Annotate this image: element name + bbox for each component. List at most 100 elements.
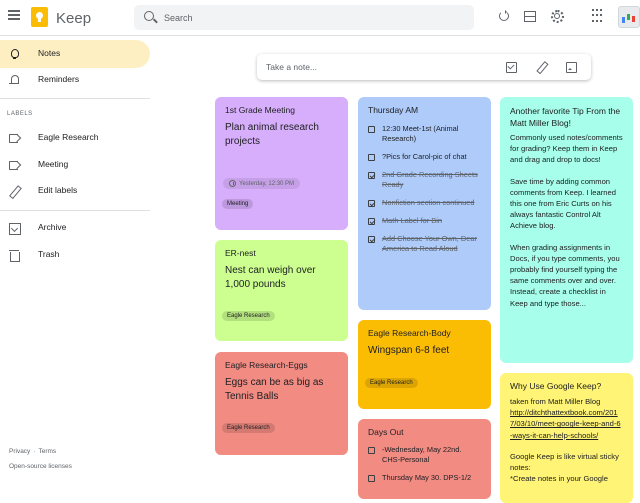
note-eagle-research-body[interactable]: Eagle Research-Body Wingspan 6-8 feet Ea… bbox=[358, 320, 491, 409]
sidebar-item-meeting[interactable]: Meeting bbox=[0, 151, 150, 179]
sidebar-item-label: Archive bbox=[38, 222, 67, 232]
reminder-chip[interactable]: Yesterday, 12:30 PM bbox=[223, 178, 301, 189]
take-note-input[interactable] bbox=[266, 60, 486, 74]
note-title: Thursday AM bbox=[368, 105, 419, 115]
sidebar-divider bbox=[0, 98, 150, 99]
note-body: Wingspan 6-8 feet bbox=[368, 345, 450, 356]
note-title: ER-nest bbox=[225, 248, 256, 258]
note-why-use-google-keep[interactable]: Why Use Google Keep? taken from Matt Mil… bbox=[500, 373, 633, 503]
sidebar-item-eagle-research[interactable]: Eagle Research bbox=[0, 124, 150, 152]
new-image-note-icon[interactable] bbox=[565, 61, 577, 73]
checklist-item: Math Label for Bin bbox=[368, 216, 481, 226]
note-title: Eagle Research-Body bbox=[368, 328, 451, 338]
note-body: Plan animal research projects bbox=[225, 122, 319, 147]
checklist-item-text: 2nd Grade Recording Sheets Ready bbox=[382, 170, 478, 189]
app-title: Keep bbox=[56, 10, 92, 27]
search-input[interactable] bbox=[164, 5, 464, 30]
note-thursday-am[interactable]: Thursday AM 12:30 Meet-1st (Animal Resea… bbox=[358, 97, 491, 310]
checklist-item: 12:30 Meet-1st (Animal Research) bbox=[368, 124, 481, 144]
sidebar-item-label: Edit labels bbox=[38, 185, 78, 195]
lightbulb-icon bbox=[8, 48, 20, 60]
sidebar-item-label: Trash bbox=[38, 249, 60, 259]
sidebar-item-edit-labels[interactable]: Edit labels bbox=[0, 177, 150, 205]
checklist-item-text: Add Choose Your Own, Dear America to Rea… bbox=[382, 234, 477, 253]
note-paragraph: taken from Matt Miller Blog bbox=[510, 397, 601, 406]
note-another-favorite-tip[interactable]: Another favorite Tip From the Matt Mille… bbox=[500, 97, 633, 363]
checklist: -Wednesday, May 22nd. CHS-Personal Thursd… bbox=[368, 445, 481, 483]
label-chip[interactable]: Eagle Research bbox=[222, 423, 275, 433]
refresh-icon[interactable] bbox=[497, 9, 511, 23]
new-drawing-brush-icon[interactable] bbox=[535, 61, 547, 73]
settings-icon[interactable] bbox=[550, 9, 564, 23]
checked-checkbox[interactable] bbox=[368, 171, 375, 179]
checklist-item-text: -Wednesday, May 22nd. CHS-Personal bbox=[382, 445, 462, 464]
checked-checkbox[interactable] bbox=[368, 217, 375, 225]
note-title: Days Out bbox=[368, 427, 404, 437]
blog-link[interactable]: http://ditchthattextbook.com/2017/03/10/… bbox=[510, 407, 623, 441]
checklist-item: ?Pics for Carol-pic of chat bbox=[368, 152, 481, 162]
checked-checkbox[interactable] bbox=[368, 199, 375, 207]
checkbox[interactable] bbox=[368, 153, 375, 161]
checked-checkbox[interactable] bbox=[368, 235, 375, 243]
archive-icon bbox=[8, 222, 21, 235]
note-body: Eggs can be as big as Tennis Balls bbox=[225, 377, 324, 402]
checklist-item-text: ?Pics for Carol-pic of chat bbox=[382, 152, 467, 161]
privacy-link[interactable]: Privacy bbox=[9, 448, 30, 455]
label-icon bbox=[8, 159, 20, 171]
checklist-item-text: Thursday May 30. DPS-1/2 bbox=[382, 473, 472, 482]
label-chip[interactable]: Eagle Research bbox=[365, 378, 418, 388]
checkbox[interactable] bbox=[368, 446, 375, 454]
sidebar-item-archive[interactable]: Archive bbox=[0, 214, 150, 242]
checklist-item: Thursday May 30. DPS-1/2 bbox=[368, 473, 481, 483]
note-eagle-research-eggs[interactable]: Eagle Research-Eggs Eggs can be as big a… bbox=[215, 352, 348, 455]
sidebar-item-trash[interactable]: Trash bbox=[0, 241, 150, 269]
note-1st-grade-meeting[interactable]: 1st Grade Meeting Plan animal research p… bbox=[215, 97, 348, 230]
note-days-out[interactable]: Days Out -Wednesday, May 22nd. CHS-Perso… bbox=[358, 419, 491, 499]
labels-heading: LABELS bbox=[7, 111, 33, 117]
account-avatar[interactable] bbox=[618, 6, 640, 28]
bell-icon bbox=[8, 74, 20, 86]
sidebar-item-notes[interactable]: Notes bbox=[0, 40, 150, 68]
note-title: Eagle Research-Eggs bbox=[225, 360, 308, 370]
checklist-item: 2nd Grade Recording Sheets Ready bbox=[368, 170, 481, 190]
top-bar: Keep bbox=[0, 0, 640, 36]
reminder-text: Yesterday, 12:30 PM bbox=[239, 180, 295, 187]
label-icon bbox=[8, 132, 20, 144]
trash-icon bbox=[8, 249, 20, 262]
sidebar-item-label: Meeting bbox=[38, 159, 69, 169]
note-title: Another favorite Tip From the Matt Mille… bbox=[510, 106, 621, 128]
note-er-nest[interactable]: ER-nest Nest can weigh over 1,000 pounds… bbox=[215, 240, 348, 341]
checklist-item: Add Choose Your Own, Dear America to Rea… bbox=[368, 234, 481, 254]
list-view-icon[interactable] bbox=[523, 9, 537, 23]
sidebar: Notes Reminders LABELS Eagle Research Me… bbox=[0, 36, 150, 489]
note-paragraph: Commonly used notes/comments for grading… bbox=[510, 133, 623, 165]
checklist-item: -Wednesday, May 22nd. CHS-Personal bbox=[368, 445, 481, 465]
search-bar[interactable] bbox=[134, 5, 474, 30]
checklist-item-text: 12:30 Meet-1st (Animal Research) bbox=[382, 124, 459, 143]
clock-icon bbox=[229, 180, 236, 187]
sidebar-item-label: Notes bbox=[38, 48, 61, 58]
label-chip[interactable]: Meeting bbox=[222, 199, 254, 209]
pencil-icon bbox=[8, 185, 20, 197]
footer-links: Privacy · Terms bbox=[9, 448, 56, 455]
checkbox[interactable] bbox=[368, 125, 375, 133]
sidebar-item-label: Reminders bbox=[38, 74, 80, 84]
checklist-item-text: Math Label for Bin bbox=[382, 216, 442, 225]
terms-link[interactable]: Terms bbox=[38, 448, 56, 455]
google-apps-icon[interactable] bbox=[592, 9, 602, 23]
checklist: 12:30 Meet-1st (Animal Research) ?Pics fo… bbox=[368, 124, 481, 254]
note-title: 1st Grade Meeting bbox=[225, 105, 295, 115]
sidebar-item-label: Eagle Research bbox=[38, 132, 99, 142]
main-menu-button[interactable] bbox=[8, 10, 20, 22]
note-title: Why Use Google Keep? bbox=[510, 381, 602, 391]
note-paragraph: Save time by adding common comments from… bbox=[510, 176, 616, 231]
label-chip[interactable]: Eagle Research bbox=[222, 311, 275, 321]
new-list-checkbox-icon[interactable] bbox=[505, 61, 517, 73]
search-icon[interactable] bbox=[144, 11, 154, 21]
note-body: Nest can weigh over 1,000 pounds bbox=[225, 265, 316, 290]
checkbox[interactable] bbox=[368, 474, 375, 482]
sidebar-item-reminders[interactable]: Reminders bbox=[0, 66, 150, 94]
open-source-licenses-link[interactable]: Open-source licenses bbox=[9, 463, 72, 470]
checklist-item: Nonfiction section continued bbox=[368, 198, 481, 208]
note-paragraph: Google Keep is like virtual sticky notes… bbox=[510, 451, 619, 473]
